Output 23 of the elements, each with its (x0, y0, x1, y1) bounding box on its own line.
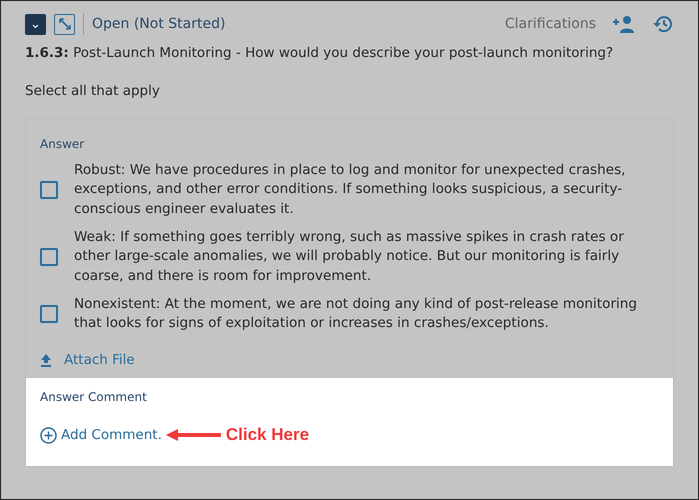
comment-label: Answer Comment (40, 389, 148, 406)
instruction-text: Select all that apply (25, 82, 161, 102)
question-text: 1.6.3: Post-Launch Monitoring - How would you describe your post-launch monitoring? (25, 44, 614, 63)
checkbox[interactable] (40, 248, 58, 266)
clarifications-link[interactable]: Clarifications (504, 14, 596, 34)
checkbox[interactable] (40, 305, 58, 324)
collapse-button[interactable]: ⌄ (25, 14, 46, 34)
status-text: Open (Not Started) (92, 14, 226, 34)
expand-button[interactable] (54, 14, 75, 34)
add-comment-link[interactable]: Add Comment. (61, 425, 162, 446)
add-circle-icon[interactable] (40, 426, 57, 444)
upload-icon (40, 354, 52, 367)
callout-text: Click Here (226, 424, 310, 446)
history-icon[interactable] (652, 14, 674, 34)
expand-icon (58, 17, 72, 31)
option-text: Weak: If something goes terribly wrong, such as massive spikes in crash rates or other large-scale anomalies, we will probably notice. But our monitoring is fairly coarse, and there is room for improvement. (74, 228, 625, 286)
option-text: Nonexistent: At the moment, we are not doing any kind of post-release monitoring that looks for signs of exploitation or increases in crashes/exceptions. (74, 294, 638, 334)
add-person-icon[interactable] (612, 15, 636, 33)
answer-label: Answer (40, 136, 86, 152)
checkbox[interactable] (40, 181, 58, 200)
option-text: Robust: We have procedures in place to log and monitor for unexpected crashes, exceptions, and other error conditions. If something looks suspicious, a security-conscious engineer evaluates it. (74, 160, 626, 219)
arrow (166, 429, 222, 442)
attach-file-link[interactable]: Attach File (64, 350, 135, 370)
